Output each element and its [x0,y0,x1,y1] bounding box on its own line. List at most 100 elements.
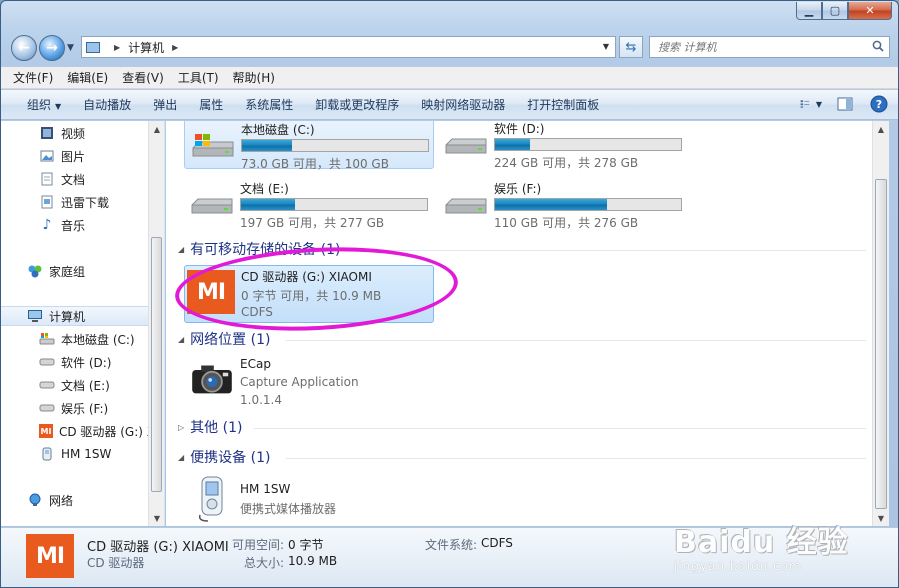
hm1sw-tile[interactable]: HM 1SW 便携式媒体播放器 [184,475,434,525]
refresh-button[interactable]: ⇆ [619,36,643,58]
nav-label: 文档 [61,172,86,187]
menu-view[interactable]: 查看(V) [122,69,164,86]
organize-button[interactable]: 组织 ▼ [27,96,61,113]
breadcrumb-separator-icon[interactable]: ▶ [114,43,120,52]
scroll-down-icon[interactable]: ▼ [149,510,164,526]
free-space-label: 可用空间: [232,538,285,552]
help-button[interactable]: ? [868,94,890,114]
command-bar-right: ▼ ? [788,94,890,114]
nav-item-network[interactable]: 网络 [27,490,164,510]
group-header-portable[interactable]: ◢ 便携设备 (1) [178,448,270,466]
group-divider [286,458,866,459]
nav-item-drive-d[interactable]: 软件 (D:) [39,352,164,372]
scroll-thumb[interactable] [151,237,162,492]
search-input[interactable] [658,40,858,54]
nav-item-drive-f[interactable]: 娱乐 (F:) [39,398,164,418]
ecap-description: Capture Application [240,375,359,389]
nav-label: 计算机 [49,309,86,324]
group-divider [286,340,866,341]
address-bar[interactable]: ▶ 计算机 ▶ ▼ [81,36,616,58]
search-icon[interactable] [872,40,884,52]
drive-tile-f[interactable]: 娱乐 (F:) 110 GB 可用，共 276 GB [438,177,688,230]
filesystem-value: CDFS [481,536,513,550]
map-network-drive-button[interactable]: 映射网络驱动器 [421,96,505,113]
nav-label: 图片 [61,149,86,164]
computer-icon [27,309,43,323]
nav-item-music[interactable]: ♪ 音乐 [39,215,164,235]
menu-edit[interactable]: 编辑(E) [67,69,108,86]
xiaomi-logo-icon: MI [26,534,74,578]
scroll-up-icon[interactable]: ▲ [149,121,164,137]
video-icon [39,126,55,140]
collapse-triangle-icon[interactable]: ◢ [178,245,184,254]
menu-help[interactable]: 帮助(H) [233,69,275,86]
collapse-triangle-icon[interactable]: ◢ [178,453,184,462]
svg-text:?: ? [876,98,882,111]
cd-drive-tile[interactable]: MI CD 驱动器 (G:) XIAOMI 0 字节 可用，共 10.9 MB … [184,265,434,323]
nav-item-documents[interactable]: 文档 [39,169,164,189]
recent-pages-dropdown[interactable]: ▼ [67,43,74,53]
scroll-up-icon[interactable]: ▲ [873,121,889,137]
homegroup-icon [27,264,43,278]
drive-tile-e[interactable]: 文档 (E:) 197 GB 可用，共 277 GB [184,177,434,230]
preview-pane-button[interactable] [834,94,856,114]
usage-fill [242,140,293,151]
nav-item-computer[interactable]: 计算机 [1,306,149,326]
group-title: 有可移动存储的设备 (1) [190,242,341,258]
cd-drive-fs: CDFS [241,305,273,319]
nav-item-pictures[interactable]: 图片 [39,146,164,166]
ecap-tile[interactable]: ECap Capture Application 1.0.1.4 [184,355,434,413]
drive-tile-d[interactable]: 软件 (D:) 224 GB 可用，共 278 GB [438,121,688,170]
baidu-watermark: Baidu 经验 jingyan.baidu.com [674,517,854,583]
breadcrumb-computer[interactable]: 计算机 [128,39,164,56]
collapse-triangle-icon[interactable]: ◢ [178,335,184,344]
nav-item-hm1sw[interactable]: HM 1SW [39,444,164,464]
menu-tools[interactable]: 工具(T) [178,69,219,86]
forward-button[interactable]: → [39,35,65,61]
nav-item-drive-e[interactable]: 文档 (E:) [39,375,164,395]
maximize-button[interactable]: ▢ [822,2,848,20]
scroll-down-icon[interactable]: ▼ [873,510,889,526]
group-header-other[interactable]: ▷ 其他 (1) [178,418,242,436]
drive-usage-bar [241,139,429,152]
usage-fill [495,139,531,150]
eject-button[interactable]: 弹出 [153,96,177,113]
usage-fill [241,199,295,210]
hard-drive-icon [39,355,55,369]
cd-drive-space: 0 字节 可用，共 10.9 MB [241,289,382,303]
nav-item-xunlei-downloads[interactable]: 迅雷下载 [39,192,164,212]
group-header-network[interactable]: ◢ 网络位置 (1) [178,330,270,348]
nav-item-homegroup[interactable]: 家庭组 [27,261,164,281]
autoplay-button[interactable]: 自动播放 [83,96,131,113]
nav-item-drive-c[interactable]: 本地磁盘 (C:) [39,329,164,349]
nav-label: 视频 [61,126,86,141]
nav-label: 文档 (E:) [61,378,110,393]
menu-file[interactable]: 文件(F) [13,69,53,86]
address-dropdown-icon[interactable]: ▼ [603,42,609,51]
content-scrollbar[interactable]: ▲ ▼ [872,121,889,526]
nav-item-videos[interactable]: 视频 [39,123,164,143]
close-button[interactable]: ✕ [848,2,892,20]
group-header-removable[interactable]: ◢ 有可移动存储的设备 (1) [178,240,340,258]
system-properties-button[interactable]: 系统属性 [245,96,293,113]
back-arrow-icon: ← [18,40,30,56]
logo-text: MI [35,543,65,569]
nav-pane-scrollbar[interactable]: ▲ ▼ [148,121,164,526]
uninstall-button[interactable]: 卸载或更改程序 [315,96,399,113]
breadcrumb-separator-icon[interactable]: ▶ [172,43,178,52]
filesystem-label: 文件系统: [425,538,478,552]
back-button[interactable]: ← [11,35,37,61]
drive-tile-c[interactable]: 本地磁盘 (C:) 73.0 GB 可用，共 100 GB [184,121,434,171]
minimize-button[interactable]: ▁ [796,2,822,20]
scroll-thumb[interactable] [875,179,887,509]
drive-space: 110 GB 可用，共 276 GB [494,216,639,230]
search-box[interactable] [649,36,890,58]
open-control-panel-button[interactable]: 打开控制面板 [527,96,599,113]
hm1sw-description: 便携式媒体播放器 [240,502,337,516]
change-view-button[interactable]: ▼ [800,94,822,114]
cd-drive-name: CD 驱动器 (G:) XIAOMI [241,270,372,284]
drive-usage-bar [240,198,428,211]
expand-triangle-icon[interactable]: ▷ [178,423,184,432]
properties-button[interactable]: 属性 [199,96,223,113]
nav-item-drive-g[interactable]: MI CD 驱动器 (G:) X [39,421,164,441]
